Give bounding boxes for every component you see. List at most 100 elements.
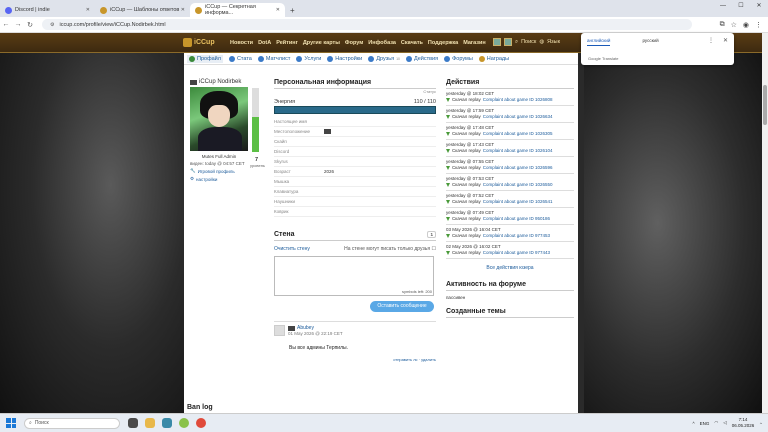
close-window-button[interactable]: ✕ (750, 0, 768, 12)
wifi-icon[interactable]: ◠ (714, 420, 718, 426)
forward-icon[interactable]: → (12, 21, 24, 28)
country-flag-icon (190, 79, 197, 85)
wall-message-input[interactable]: symbols left: 200 (274, 256, 434, 296)
notifications-icon[interactable]: ◔ (759, 421, 762, 426)
action-link[interactable]: Complaint about game ID 1026104 (483, 148, 553, 153)
browser-tab[interactable]: Discord | indie ✕ (0, 3, 95, 17)
energy-label: Энергия (274, 99, 296, 105)
action-link[interactable]: Complaint about game ID 950186 (483, 216, 550, 221)
friends-only-checkbox[interactable]: ☐ (432, 246, 436, 252)
user-avatar-small-2[interactable] (504, 38, 512, 46)
clock[interactable]: 7:14 06.05.2026 (732, 417, 755, 429)
action-item: 02 May 2026 @ 16:02 CET Скачал replay Comp… (446, 242, 574, 259)
profile-tab[interactable]: Стата (228, 55, 252, 62)
profile-icon[interactable]: ◉ (743, 21, 749, 29)
download-arrow-icon (446, 250, 450, 255)
action-time: yesterday @ 17:59 CET (446, 108, 495, 113)
profile-tab[interactable]: Профайл (187, 54, 223, 63)
game-profile-link[interactable]: 🔧 Игровой профиль (190, 168, 268, 174)
info-value: 2026 (324, 169, 335, 174)
browser-tabbar: Discord | indie ✕ iCCup — Шаблоны ответов ✕… (0, 0, 768, 17)
all-actions-link[interactable]: Все действия юзера (446, 265, 574, 271)
task-view-icon[interactable] (128, 418, 138, 428)
site-menu-item[interactable]: Скачать (401, 40, 423, 46)
action-link[interactable]: Complaint about game ID 1026541 (483, 199, 553, 204)
post-author-avatar[interactable] (274, 325, 285, 336)
post-message-button[interactable]: Оставить сообщение (370, 301, 434, 312)
site-menu-item[interactable]: Поддержка (428, 40, 458, 46)
site-menu-item[interactable]: Инфобаза (368, 40, 396, 46)
settings-link[interactable]: ⚙ настройки (190, 176, 268, 182)
language-select[interactable]: Язык (547, 39, 560, 45)
site-menu-item[interactable]: Рейтинг (276, 40, 298, 46)
browser-tab[interactable]: iCCup — Шаблоны ответов ✕ (95, 3, 190, 17)
profile-tab-label: Друзья (376, 55, 395, 62)
friends-only-option[interactable]: На стене могут писать только друзья ☐ (344, 246, 436, 252)
user-avatar-small[interactable] (493, 38, 501, 46)
action-link[interactable]: Complaint about game ID 1026634 (483, 114, 553, 119)
action-link[interactable]: Complaint about game ID 977453 (483, 233, 550, 238)
translate-lang-english[interactable]: английский (587, 38, 611, 46)
site-menu-item[interactable]: Магазин (463, 40, 486, 46)
page-scrollbar[interactable] (762, 33, 768, 413)
windows-start-icon[interactable] (6, 418, 16, 428)
chrome-icon[interactable] (196, 418, 206, 428)
tab-icon (444, 55, 451, 62)
profile-tab[interactable]: Друзья 10 (368, 55, 400, 62)
search-icon[interactable]: ⌕ (515, 39, 518, 46)
action-time: yesterday @ 07:53 CET (446, 176, 495, 181)
action-item: yesterday @ 18:02 CET Скачал replay Compla… (446, 89, 574, 106)
menu-kebab-icon[interactable]: ⋮ (755, 21, 762, 29)
translate-lang-russian[interactable]: русский (642, 38, 658, 46)
site-search-link[interactable]: Поиск (521, 39, 536, 45)
action-item: 03 May 2026 @ 16:04 CET Скачал replay Comp… (446, 225, 574, 242)
site-menu-item[interactable]: Другие карты (303, 40, 340, 46)
back-icon[interactable]: ← (0, 21, 12, 28)
action-time: yesterday @ 17:48 CET (446, 125, 495, 130)
info-key: Коврик (274, 209, 289, 214)
app-icon-2[interactable] (179, 418, 189, 428)
tab-close-icon[interactable]: ✕ (276, 7, 280, 13)
app-icon[interactable] (162, 418, 172, 428)
minimize-button[interactable]: — (714, 0, 732, 12)
site-menu-item[interactable]: Новости (230, 40, 253, 46)
site-info-icon[interactable]: ⚙ (50, 22, 54, 28)
site-logo[interactable]: iCCup (183, 38, 215, 47)
profile-tab[interactable]: Награды (478, 55, 509, 62)
url-field[interactable]: ⚙ iccup.com/profile/view/iCCup.Nodirbek.… (42, 19, 692, 30)
tray-chevron-icon[interactable]: ^ (692, 421, 694, 426)
tab-close-icon[interactable]: ✕ (181, 7, 185, 13)
tab-favicon-icon (100, 6, 107, 14)
bookmark-star-icon[interactable]: ☆ (731, 21, 737, 29)
post-actions[interactable]: отправить лс · удалить (274, 357, 436, 362)
new-tab-button[interactable]: + (285, 3, 300, 17)
site-menu-item[interactable]: DotA (258, 40, 271, 46)
profile-tab[interactable]: Форумы (444, 55, 473, 62)
action-link[interactable]: Complaint about game ID 1026596 (483, 165, 553, 170)
file-explorer-icon[interactable] (145, 418, 155, 428)
info-key: Возраст (274, 169, 291, 174)
site-menu-item[interactable]: Форум (345, 40, 363, 46)
profile-tab[interactable]: Услуги (296, 55, 321, 62)
profile-tab[interactable]: Настройки (327, 55, 362, 62)
translate-menu-icon[interactable]: ⋮ (708, 37, 714, 44)
tab-close-icon[interactable]: ✕ (86, 7, 90, 13)
volume-icon[interactable]: ◁ (723, 420, 726, 426)
translate-icon[interactable]: ⧉ (720, 21, 725, 29)
close-icon[interactable]: ✕ (723, 37, 728, 44)
download-arrow-icon (446, 233, 450, 238)
level-bar (252, 88, 259, 152)
profile-tab[interactable]: Матчлист (257, 55, 290, 62)
action-link[interactable]: Complaint about game ID 1026808 (483, 97, 553, 102)
reload-icon[interactable]: ↻ (24, 21, 36, 29)
profile-tab[interactable]: Действия (406, 55, 438, 62)
action-link[interactable]: Complaint about game ID 977443 (483, 250, 550, 255)
clear-wall-link[interactable]: Очистить стену (274, 246, 310, 252)
action-verb: Скачал replay (452, 97, 481, 102)
action-link[interactable]: Complaint about game ID 1026550 (483, 182, 553, 187)
browser-tab[interactable]: iCCup — Секретная информа... ✕ (190, 3, 285, 17)
action-link[interactable]: Complaint about game ID 1026305 (483, 131, 553, 136)
taskbar-search[interactable]: ⌕ Поиск (24, 417, 120, 429)
maximize-button[interactable]: ☐ (732, 0, 750, 12)
input-language[interactable]: ENG (700, 421, 710, 426)
